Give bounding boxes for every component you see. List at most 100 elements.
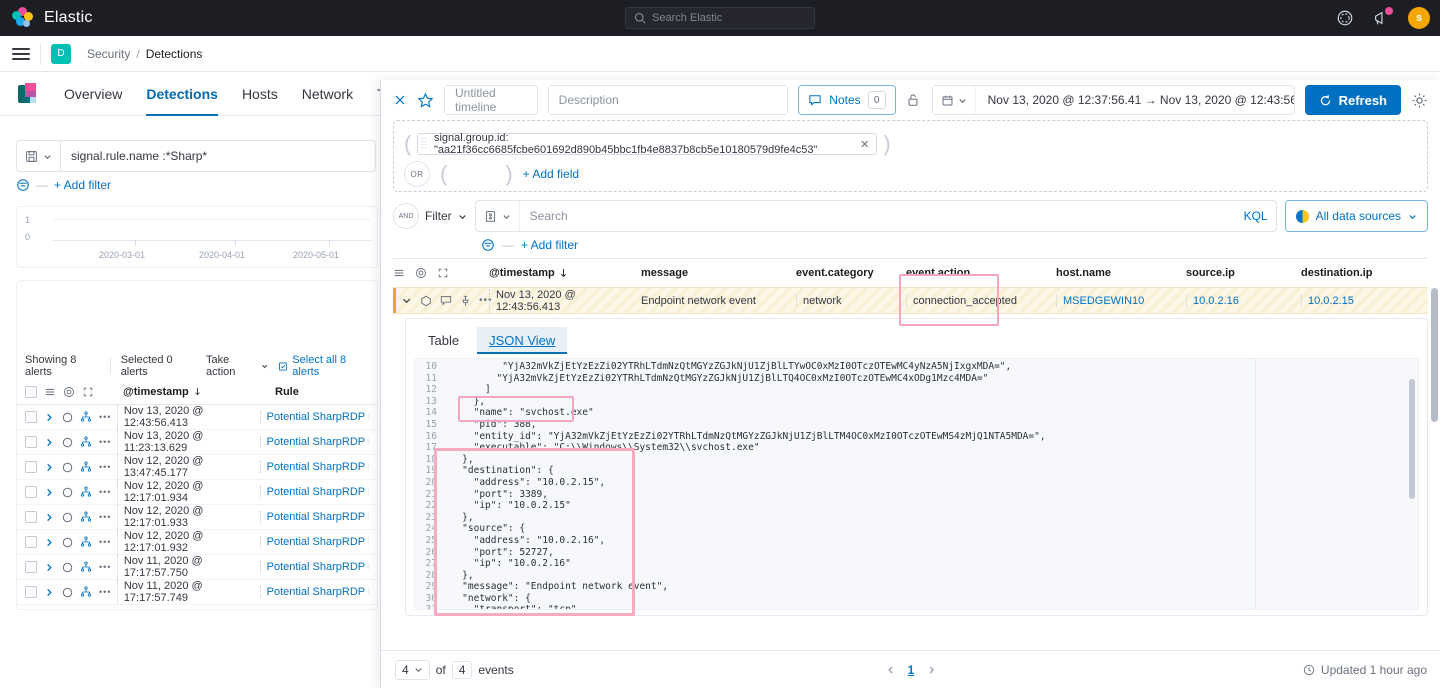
row-checkbox[interactable] — [25, 536, 37, 548]
expand-chevron-icon[interactable] — [44, 462, 55, 473]
pin-icon[interactable] — [460, 295, 471, 307]
json-viewer[interactable]: 10 "YjA32mVkZjEtYzEzZi02YTRhLTdmNzQtMGYz… — [414, 358, 1419, 610]
alert-row[interactable]: •••Nov 11, 2020 @ 17:17:57.750Potential … — [17, 555, 377, 580]
refresh-button[interactable]: Refresh — [1305, 85, 1401, 115]
star-icon[interactable] — [417, 92, 434, 109]
menu-hamburger-icon[interactable] — [12, 48, 30, 60]
expand-chevron-icon[interactable] — [44, 487, 55, 498]
column-header-destination-ip[interactable]: destination.ip — [1301, 267, 1421, 279]
column-header-message[interactable]: message — [641, 267, 796, 279]
column-header-timestamp[interactable]: @timestamp — [123, 386, 275, 398]
space-avatar[interactable]: D — [51, 44, 71, 64]
chevron-right-icon[interactable] — [926, 665, 936, 675]
alert-timestamp[interactable]: Nov 12, 2020 @ 12:17:01.934 — [117, 480, 260, 504]
more-actions-icon[interactable]: ••• — [99, 462, 111, 472]
unlock-icon[interactable] — [906, 93, 920, 107]
cell-timestamp[interactable]: Nov 13, 2020 @ 12:43:56.413 — [489, 289, 641, 313]
event-status-icon[interactable] — [62, 412, 73, 423]
filter-icon[interactable] — [16, 178, 30, 192]
filter-icon[interactable] — [481, 238, 495, 252]
analyze-event-icon[interactable] — [80, 411, 92, 423]
column-header-source-ip[interactable]: source.ip — [1186, 267, 1301, 279]
alert-rule[interactable]: Potential SharpRDP D — [260, 536, 369, 548]
announcement-bell-icon[interactable] — [1372, 9, 1390, 27]
row-checkbox[interactable] — [25, 461, 37, 473]
column-header-rule[interactable]: Rule — [275, 386, 299, 398]
event-status-icon[interactable] — [62, 512, 73, 523]
more-actions-icon[interactable]: ••• — [99, 512, 111, 522]
event-status-icon[interactable] — [62, 462, 73, 473]
alert-row[interactable]: •••Nov 12, 2020 @ 12:17:01.933Potential … — [17, 505, 377, 530]
fullscreen-icon[interactable] — [82, 386, 94, 398]
timeline-filter-dropzone[interactable]: ( signal.group.id: "aa21f36cc6685fcbe601… — [393, 120, 1428, 192]
chevron-left-icon[interactable] — [886, 665, 896, 675]
tab-table[interactable]: Table — [416, 327, 471, 354]
more-actions-icon[interactable]: ••• — [99, 587, 111, 597]
alert-row[interactable]: •••Nov 12, 2020 @ 12:17:01.934Potential … — [17, 480, 377, 505]
alert-timestamp[interactable]: Nov 11, 2020 @ 17:17:57.749 — [117, 580, 260, 604]
alert-timestamp[interactable]: Nov 12, 2020 @ 12:17:01.933 — [117, 505, 260, 529]
row-checkbox[interactable] — [25, 511, 37, 523]
cell-destination-ip[interactable]: 10.0.2.15 — [1301, 295, 1421, 307]
expand-chevron-icon[interactable] — [44, 437, 55, 448]
alert-rule[interactable]: Potential SharpRDP D — [260, 586, 369, 598]
row-checkbox[interactable] — [25, 561, 37, 573]
fullscreen-icon[interactable] — [437, 267, 449, 279]
expand-chevron-icon[interactable] — [44, 537, 55, 548]
gear-icon[interactable] — [1411, 92, 1428, 109]
alert-rule[interactable]: Potential SharpRDP D — [260, 486, 369, 498]
alert-rule[interactable]: Potential SharpRDP D — [260, 561, 369, 573]
cell-event-action[interactable]: connection_accepted — [906, 295, 1056, 307]
add-field-link[interactable]: + Add field — [523, 167, 579, 181]
alert-timestamp[interactable]: Nov 13, 2020 @ 11:23:13.629 — [117, 430, 260, 454]
event-status-icon[interactable] — [62, 562, 73, 573]
column-header-timestamp[interactable]: @timestamp — [489, 267, 641, 279]
analyze-event-icon[interactable] — [80, 436, 92, 448]
event-status-icon[interactable] — [420, 295, 432, 307]
row-checkbox[interactable] — [25, 436, 37, 448]
alert-row[interactable]: •••Nov 13, 2020 @ 12:43:56.413Potential … — [17, 405, 377, 430]
column-header-event-action[interactable]: event.action — [906, 267, 1056, 279]
alert-row[interactable]: ••• Nov 12, 2020 @ 12:17:01.932Potential … — [17, 530, 377, 555]
event-status-icon[interactable] — [62, 487, 73, 498]
json-scrollbar[interactable] — [1409, 379, 1415, 579]
event-status-icon[interactable] — [62, 537, 73, 548]
analyze-event-icon[interactable] — [80, 486, 92, 498]
alert-rule[interactable]: Potential SharpRDP D — [260, 436, 369, 448]
events-table-row[interactable]: ••• Nov 13, 2020 @ 12:43:56.413 Endpoint… — [393, 287, 1428, 314]
column-header-host-name[interactable]: host.name — [1056, 267, 1186, 279]
row-checkbox[interactable] — [25, 586, 37, 598]
alert-timestamp[interactable]: Nov 12, 2020 @ 12:17:01.932 — [117, 530, 260, 554]
cell-host-name[interactable]: MSEDGEWIN10 — [1056, 295, 1186, 307]
analyze-event-icon[interactable] — [80, 461, 92, 473]
expand-chevron-icon[interactable] — [44, 512, 55, 523]
tab-detections[interactable]: Detections — [146, 72, 218, 116]
analyze-event-icon[interactable] — [80, 586, 92, 598]
saved-query-button[interactable] — [16, 140, 60, 172]
data-sources-button[interactable]: All data sources — [1285, 200, 1428, 232]
analyze-event-icon[interactable] — [80, 536, 92, 548]
more-actions-icon[interactable]: ••• — [99, 412, 111, 422]
avatar[interactable]: s — [1408, 7, 1430, 29]
left-add-filter-link[interactable]: + Add filter — [54, 178, 111, 192]
column-header-event-category[interactable]: event.category — [796, 267, 906, 279]
expand-chevron-icon[interactable] — [44, 562, 55, 573]
global-search-input[interactable]: Search Elastic — [625, 7, 815, 29]
alert-row[interactable]: ••• Nov 13, 2020 @ 11:23:13.629Potential … — [17, 430, 377, 455]
more-actions-icon[interactable]: ••• — [99, 537, 111, 547]
more-actions-icon[interactable]: ••• — [99, 437, 111, 447]
select-all-checkbox[interactable] — [25, 386, 37, 398]
drag-handle-icon[interactable] — [422, 138, 426, 150]
analyze-event-icon[interactable] — [80, 511, 92, 523]
row-checkbox[interactable] — [25, 411, 37, 423]
filter-pill-signal-group-id[interactable]: signal.group.id: "aa21f36cc6685fcbe60169… — [417, 133, 877, 155]
tab-json-view[interactable]: JSON View — [477, 327, 567, 354]
close-x-icon[interactable] — [393, 93, 407, 107]
breadcrumb-item-detections[interactable]: Detections — [146, 47, 203, 61]
timeline-title-input[interactable]: Untitled timeline — [444, 85, 538, 115]
page-number-1[interactable]: 1 — [908, 663, 915, 677]
kql-language-button[interactable]: KQL — [1244, 209, 1276, 223]
left-query-input[interactable]: signal.rule.name :*Sharp* — [60, 140, 376, 172]
alert-timestamp[interactable]: Nov 13, 2020 @ 12:43:56.413 — [117, 405, 260, 429]
filter-dropdown-button[interactable]: AND Filter — [393, 203, 467, 229]
